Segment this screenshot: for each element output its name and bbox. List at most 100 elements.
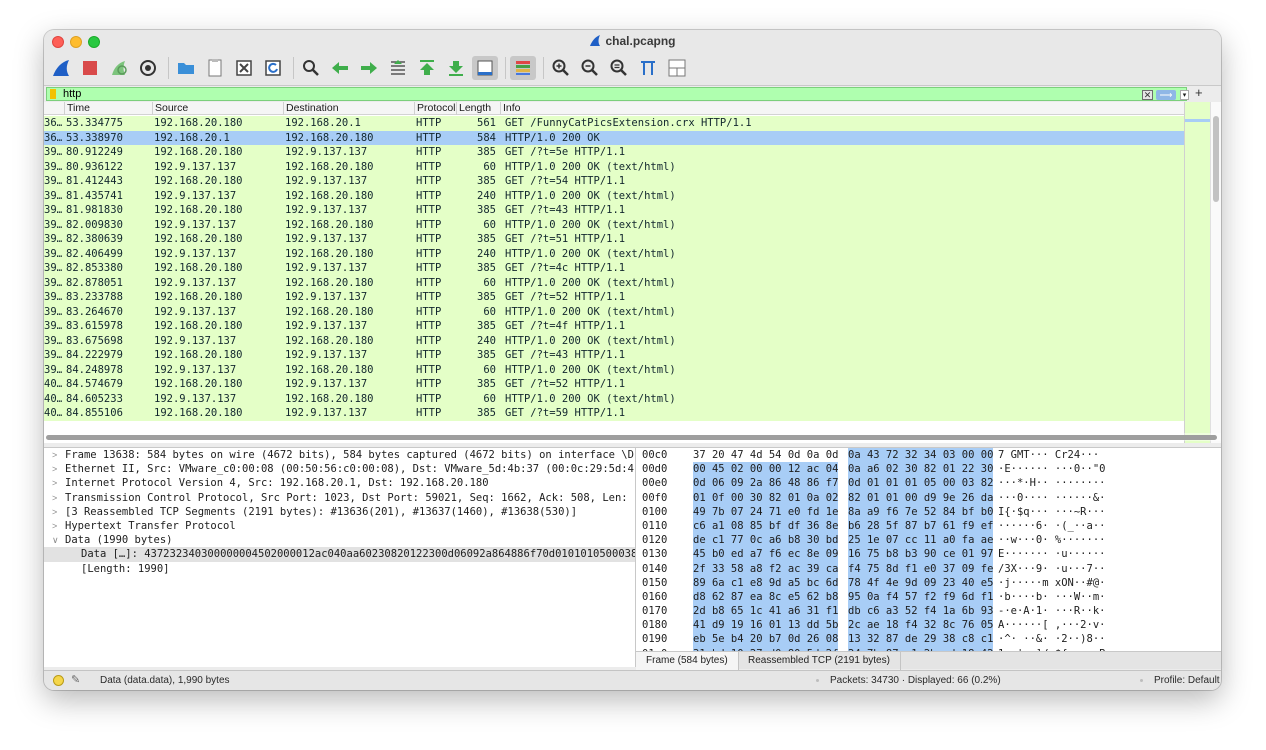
detail-tree-item[interactable]: Data […]: 437232340300000004502000012ac0…	[44, 547, 635, 562]
column-header-time[interactable]: Time	[64, 102, 152, 115]
chevron-right-icon[interactable]: >	[52, 491, 57, 505]
packet-row[interactable]: 36… 53.338970 192.168.20.1 192.168.20.180 HT…	[44, 130, 1184, 145]
hex-bytes-second-half[interactable]: 78 4f 4e 9d 09 23 40 e5	[848, 575, 994, 590]
hex-bytes-second-half[interactable]: 0a 43 72 32 34 03 00 00	[848, 448, 994, 463]
ascii-bytes[interactable]: /3X···9· ·u···7··	[998, 562, 1105, 576]
hex-bytes-first-half[interactable]: 01 0f 00 30 82 01 0a 02	[693, 490, 839, 505]
column-header-source[interactable]: Source	[152, 102, 283, 115]
expert-info-indicator[interactable]	[53, 675, 64, 686]
hex-bytes-first-half[interactable]: 37 20 47 4d 54 0d 0a 0d	[693, 448, 838, 462]
auto-scroll-button[interactable]	[472, 56, 498, 80]
packet-row[interactable]: 39… 83.675698 192.9.137.137 192.168.20.180 H…	[44, 333, 1184, 348]
tab-frame-bytes[interactable]: Frame (584 bytes)	[636, 652, 739, 670]
ascii-bytes[interactable]: I{·$q··· ···~R···	[998, 505, 1105, 519]
bytes-row[interactable]: 00c0 37 20 47 4d 54 0d 0a 0d 0a 43 72 32 3…	[636, 448, 1221, 463]
packet-row[interactable]: 40… 84.605233 192.9.137.137 192.168.20.180 H…	[44, 391, 1184, 406]
chevron-right-icon[interactable]: >	[52, 462, 57, 476]
packet-row[interactable]: 39… 81.412443 192.168.20.180 192.9.137.137 H…	[44, 174, 1184, 189]
open-file-button[interactable]	[173, 56, 199, 80]
hex-bytes-first-half[interactable]: 00 45 02 00 00 12 ac 04	[693, 462, 839, 477]
packet-row[interactable]: 39… 80.936122 192.9.137.137 192.168.20.180 H…	[44, 159, 1184, 174]
packet-row[interactable]: 39… 84.248978 192.9.137.137 192.168.20.180 H…	[44, 362, 1184, 377]
packet-row[interactable]: 39… 83.615978 192.168.20.180 192.9.137.137 H…	[44, 319, 1184, 334]
hex-bytes-first-half[interactable]: 89 6a c1 e8 9d a5 bc 6d	[693, 575, 839, 590]
hex-bytes-first-half[interactable]: de c1 77 0c a6 b8 30 bd	[693, 533, 839, 548]
packet-list-vertical-scrollbar[interactable]	[1210, 102, 1221, 443]
detail-tree-item[interactable]: > Hypertext Transfer Protocol	[44, 519, 635, 533]
hex-bytes-second-half[interactable]: b6 28 5f 87 b7 61 f9 ef	[848, 518, 994, 534]
hex-bytes-first-half[interactable]: c6 a1 08 85 bf df 36 8e	[693, 518, 839, 534]
colorize-button[interactable]	[510, 56, 536, 80]
chevron-right-icon[interactable]: >	[52, 505, 57, 519]
hex-bytes-first-half[interactable]: 45 b0 ed a7 f6 ec 8e 09	[693, 547, 839, 562]
detail-tree-item[interactable]: > Ethernet II, Src: VMware_c0:00:08 (00:5…	[44, 462, 635, 476]
hex-bytes-second-half[interactable]: db c6 a3 52 f4 1a 6b 93	[848, 604, 994, 619]
go-last-packet-button[interactable]	[443, 56, 469, 80]
find-packet-button[interactable]	[298, 56, 324, 80]
go-to-packet-button[interactable]	[385, 56, 411, 80]
hex-bytes-second-half[interactable]: 8a a9 f6 7e 52 84 bf b0	[848, 504, 994, 519]
go-back-button[interactable]	[327, 56, 353, 80]
column-header-length[interactable]: Length	[456, 102, 500, 115]
packet-row[interactable]: 39… 81.435741 192.9.137.137 192.168.20.180 H…	[44, 188, 1184, 203]
detail-tree-item[interactable]: > Transmission Control Protocol, Src Port…	[44, 491, 635, 505]
ascii-bytes[interactable]: ···*·H·· ········	[998, 476, 1105, 490]
hex-bytes-first-half[interactable]: 2d b8 65 1c 41 a6 31 f1	[693, 604, 839, 619]
clear-filter-button[interactable]: ✕	[1142, 90, 1153, 100]
packet-list-horizontal-scrollbar[interactable]	[44, 433, 1221, 441]
chevron-right-icon[interactable]: >	[52, 519, 57, 533]
ascii-bytes[interactable]: -·e·A·1· ···R··k·	[998, 604, 1105, 618]
detail-tree-item[interactable]: [Length: 1990]	[44, 562, 635, 576]
detail-tree-item[interactable]: ∨ Data (1990 bytes)	[44, 533, 635, 547]
hex-bytes-second-half[interactable]: 16 75 b8 b3 90 ce 01 97	[848, 547, 994, 562]
ascii-bytes[interactable]: ···0···· ······&·	[998, 491, 1105, 505]
ascii-bytes[interactable]: ·j·····m xON··#@·	[998, 576, 1105, 590]
bytes-row[interactable]: 0110 c6 a1 08 85 bf df 36 8e b6 28 5f 87 b…	[636, 518, 1221, 534]
zoom-out-button[interactable]	[577, 56, 603, 80]
layout-button[interactable]	[664, 56, 690, 80]
close-file-button[interactable]	[231, 56, 257, 80]
hex-bytes-second-half[interactable]: 0a a6 02 30 82 01 22 30	[848, 462, 994, 477]
packet-row[interactable]: 39… 84.222979 192.168.20.180 192.9.137.137 H…	[44, 348, 1184, 363]
ascii-bytes[interactable]: ·E······ ···0··"0	[998, 462, 1105, 476]
packet-row[interactable]: 39… 82.853380 192.168.20.180 192.9.137.137 H…	[44, 261, 1184, 276]
bytes-row[interactable]: 00f0 01 0f 00 30 82 01 0a 02 82 01 01 00 d…	[636, 490, 1221, 505]
hex-bytes-first-half[interactable]: 2f 33 58 a8 f2 ac 39 ca	[693, 561, 839, 576]
restart-capture-button[interactable]	[106, 56, 132, 80]
hex-bytes-first-half[interactable]: 49 7b 07 24 71 e0 fd 1e	[693, 504, 839, 519]
bytes-row[interactable]: 0120 de c1 77 0c a6 b8 30 bd 25 1e 07 cc 1…	[636, 533, 1221, 548]
bytes-row[interactable]: 0130 45 b0 ed a7 f6 ec 8e 09 16 75 b8 b3 9…	[636, 547, 1221, 562]
zoom-in-button[interactable]	[548, 56, 574, 80]
go-forward-button[interactable]	[356, 56, 382, 80]
packet-row[interactable]: 39… 82.878051 192.9.137.137 192.168.20.180 H…	[44, 275, 1184, 290]
hex-bytes-second-half[interactable]: f4 75 8d f1 e0 37 09 fe	[848, 561, 994, 576]
packet-row[interactable]: 39… 82.009830 192.9.137.137 192.168.20.180 H…	[44, 217, 1184, 232]
capture-options-button[interactable]	[135, 56, 161, 80]
hex-bytes-second-half[interactable]: 2c ae 18 f4 32 8c 76 05	[848, 618, 994, 633]
packet-minimap[interactable]	[1184, 102, 1211, 443]
ascii-bytes[interactable]: ·b····b· ···W··m·	[998, 590, 1105, 604]
display-filter-input[interactable]: http ✕ ⟶ ▾	[46, 87, 1189, 101]
hex-bytes-second-half[interactable]: 95 0a f4 57 f2 f9 6d f1	[848, 589, 994, 605]
ascii-bytes[interactable]: E······· ·u······	[998, 547, 1105, 561]
column-header-destination[interactable]: Destination	[283, 102, 414, 115]
hex-bytes-first-half[interactable]: 0d 06 09 2a 86 48 86 f7	[693, 476, 839, 491]
packet-row[interactable]: 40… 84.574679 192.168.20.180 192.9.137.137 H…	[44, 377, 1184, 392]
tab-reassembled-tcp[interactable]: Reassembled TCP (2191 bytes)	[738, 652, 901, 670]
hex-bytes-first-half[interactable]: d8 62 87 ea 8c e5 62 b8	[693, 589, 839, 605]
bytes-row[interactable]: 0150 89 6a c1 e8 9d a5 bc 6d 78 4f 4e 9d 0…	[636, 575, 1221, 590]
display-filter-text[interactable]: http	[63, 88, 81, 101]
ascii-bytes[interactable]: A······[ ,···2·v·	[998, 618, 1105, 632]
bytes-row[interactable]: 0190 eb 5e b4 20 b7 0d 26 08 13 32 87 de 2…	[636, 632, 1221, 647]
hex-bytes-second-half[interactable]: 0d 01 01 01 05 00 03 82	[848, 476, 994, 491]
bytes-row[interactable]: 0100 49 7b 07 24 71 e0 fd 1e 8a a9 f6 7e 5…	[636, 504, 1221, 519]
hex-bytes-first-half[interactable]: 41 d9 19 16 01 13 dd 5b	[693, 618, 839, 633]
packet-row[interactable]: 39… 82.380639 192.168.20.180 192.9.137.137 H…	[44, 232, 1184, 247]
packet-row[interactable]: 36… 53.334775 192.168.20.180 192.168.20.1 HT…	[44, 116, 1184, 131]
packet-row[interactable]: 39… 83.233788 192.168.20.180 192.9.137.137 H…	[44, 290, 1184, 305]
detail-tree-item[interactable]: > Frame 13638: 584 bytes on wire (4672 bi…	[44, 448, 635, 462]
scrollbar-thumb[interactable]	[1213, 116, 1219, 202]
hex-bytes-second-half[interactable]: 82 01 01 00 d9 9e 26 da	[848, 490, 994, 505]
go-first-packet-button[interactable]	[414, 56, 440, 80]
start-capture-button[interactable]	[48, 56, 74, 80]
